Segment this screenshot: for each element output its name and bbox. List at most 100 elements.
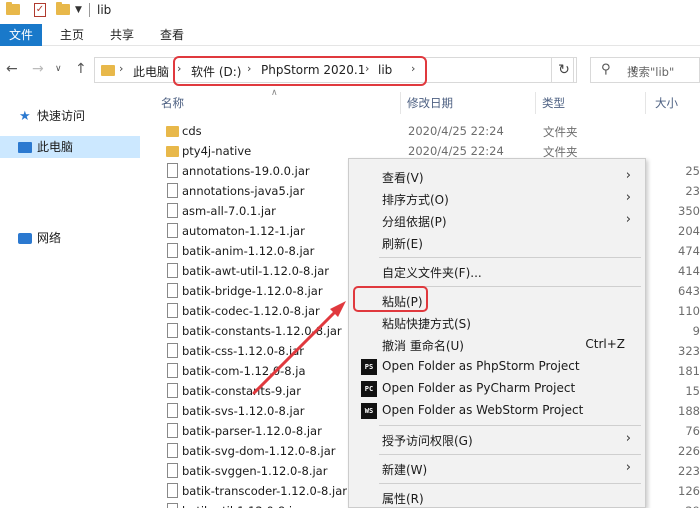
column-header-size[interactable]: 大小 [655, 95, 678, 111]
menu-item-label: 查看(V) [382, 171, 424, 185]
menu-item[interactable]: 新建(W) › [349, 458, 645, 480]
tab-view[interactable]: 查看 [152, 24, 192, 46]
sidebar-item-quick-access[interactable]: ★ 快速访问 [0, 105, 140, 127]
search-input[interactable]: ⚲ 搜索"lib" [590, 57, 700, 83]
tab-home[interactable]: 主页 [52, 24, 92, 46]
file-name: batik-awt-util-1.12.0-8.jar [182, 264, 329, 278]
file-icon [167, 243, 178, 258]
file-size: 323 [678, 344, 700, 358]
chevron-right-icon[interactable]: › [119, 62, 123, 75]
menu-item[interactable]: 排序方式(O) › [349, 188, 645, 210]
folder-icon [166, 126, 179, 137]
table-row[interactable]: cds 2020/4/25 22:24 文件夹 [160, 121, 700, 141]
sidebar: ★ 快速访问 此电脑 网络 [0, 95, 143, 508]
file-size: 29 [670, 504, 700, 508]
ws-app-icon: WS [361, 403, 377, 419]
file-icon [167, 163, 178, 178]
menu-item[interactable]: 自定义文件夹(F)... [349, 261, 645, 283]
sort-up-icon: ∧ [271, 88, 278, 98]
menu-item[interactable]: 授予访问权限(G) › [349, 429, 645, 451]
recent-dropdown-icon[interactable]: ∨ [55, 64, 62, 74]
file-size: 226 [678, 444, 700, 458]
title-bar: ✓ ▼ lib [0, 0, 700, 22]
window-title: lib [97, 3, 112, 17]
menu-item-label: Open Folder as PhpStorm Project [382, 359, 580, 373]
menu-item-label: 分组依据(P) [382, 215, 447, 229]
menu-item[interactable]: WS Open Folder as WebStorm Project [349, 400, 645, 422]
menu-item-label: Open Folder as WebStorm Project [382, 403, 584, 417]
column-header-name[interactable]: 名称 [161, 95, 184, 111]
column-divider[interactable] [535, 92, 536, 114]
file-icon [167, 363, 178, 378]
file-name: batik-svggen-1.12.0-8.jar [182, 464, 328, 478]
menu-item-shortcut: Ctrl+Z [585, 337, 625, 351]
forward-icon[interactable]: → [32, 61, 44, 77]
file-name: cds [182, 124, 202, 138]
file-name: batik-svs-1.12.0-8.jar [182, 404, 305, 418]
file-icon [167, 463, 178, 478]
file-size: 414 [678, 264, 700, 278]
chevron-right-icon: › [625, 168, 631, 183]
menu-item-label: 属性(R) [382, 492, 424, 506]
file-name: batik-com-1.12.0-8.ja [182, 364, 306, 378]
up-icon[interactable]: ↑ [75, 61, 87, 77]
file-name: batik-constants-9.jar [182, 384, 301, 398]
file-name: pty4j-native [182, 144, 252, 158]
chevron-right-icon: › [625, 460, 631, 475]
star-icon: ★ [19, 109, 31, 124]
menu-item-label: 撤消 重命名(U) [382, 339, 464, 353]
tab-file[interactable]: 文件 [0, 24, 42, 46]
breadcrumb-this-pc[interactable]: 此电脑 [133, 63, 169, 80]
menu-item[interactable]: 粘贴快捷方式(S) [349, 312, 645, 334]
menu-item[interactable]: 查看(V) › [349, 166, 645, 188]
sidebar-item-this-pc[interactable]: 此电脑 [0, 136, 140, 158]
new-folder-icon[interactable] [56, 2, 70, 15]
sidebar-item-label: 此电脑 [37, 140, 74, 154]
properties-icon[interactable]: ✓ [34, 3, 46, 17]
menu-item[interactable]: 分组依据(P) › [349, 210, 645, 232]
file-icon [167, 343, 178, 358]
chevron-right-icon: › [625, 212, 631, 227]
file-icon [167, 443, 178, 458]
back-icon[interactable]: ← [6, 61, 18, 77]
column-header-type[interactable]: 类型 [542, 95, 565, 111]
chevron-right-icon: › [625, 190, 631, 205]
file-name: batik-bridge-1.12.0-8.jar [182, 284, 323, 298]
menu-item[interactable]: 刷新(E) [349, 232, 645, 254]
file-type: 文件夹 [543, 125, 578, 139]
file-name: annotations-java5.jar [182, 184, 305, 198]
menu-item[interactable]: PS Open Folder as PhpStorm Project [349, 356, 645, 378]
menu-item-label: Open Folder as PyCharm Project [382, 381, 576, 395]
tab-share[interactable]: 共享 [102, 24, 142, 46]
file-icon [167, 223, 178, 238]
file-icon [167, 503, 178, 508]
file-icon [167, 263, 178, 278]
network-icon [18, 233, 32, 244]
file-icon [167, 383, 178, 398]
file-date: 2020/4/25 22:24 [408, 124, 504, 138]
menu-item-label: 新建(W) [382, 463, 428, 477]
menu-item[interactable]: 属性(R) [349, 487, 645, 508]
folder-icon [6, 2, 20, 15]
file-icon [167, 203, 178, 218]
sidebar-item-network[interactable]: 网络 [0, 227, 140, 249]
file-name: annotations-19.0.0.jar [182, 164, 310, 178]
refresh-button[interactable]: ↻ [551, 57, 577, 83]
column-header-date[interactable]: 修改日期 [407, 95, 453, 111]
file-size: 76 [685, 424, 700, 438]
file-size: 474 [678, 244, 700, 258]
file-icon [167, 183, 178, 198]
customize-toolbar-icon[interactable]: ▼ [75, 5, 82, 15]
file-name: batik-anim-1.12.0-8.jar [182, 244, 315, 258]
paste-highlight-box [353, 286, 428, 312]
file-icon [167, 483, 178, 498]
file-name: asm-all-7.0.1.jar [182, 204, 276, 218]
column-divider[interactable] [645, 92, 646, 114]
menu-item[interactable]: 撤消 重命名(U) Ctrl+Z [349, 334, 645, 356]
menu-item[interactable]: PC Open Folder as PyCharm Project [349, 378, 645, 400]
column-divider[interactable] [400, 92, 401, 114]
folder-icon [166, 146, 179, 157]
file-name: batik-svg-dom-1.12.0-8.jar [182, 444, 336, 458]
file-size: 350 [678, 204, 700, 218]
file-icon [167, 303, 178, 318]
